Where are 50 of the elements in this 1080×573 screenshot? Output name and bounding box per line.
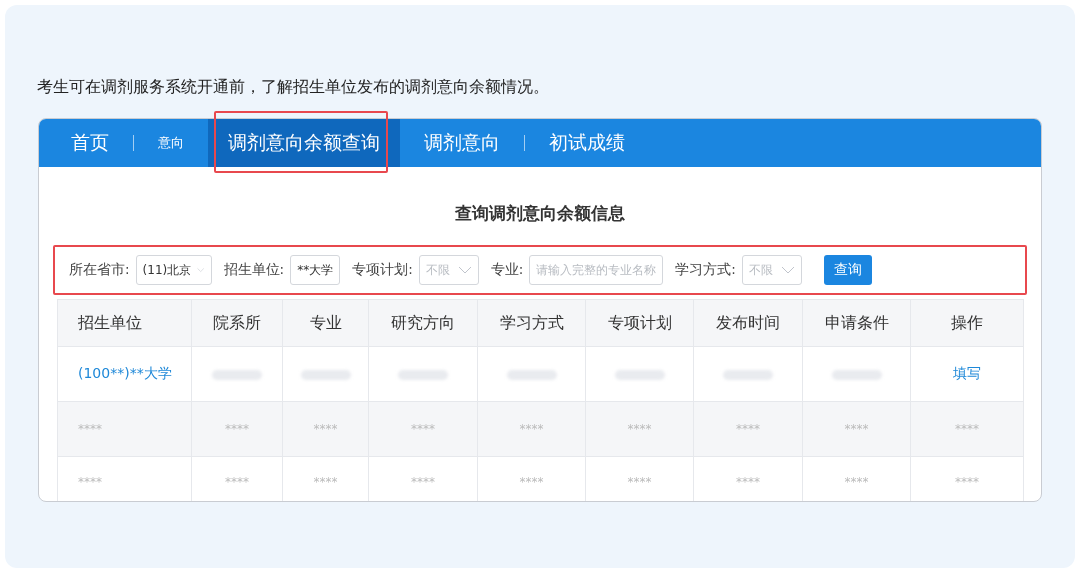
column-header: 申请条件 — [824, 312, 889, 332]
nav-tab[interactable]: 首页 — [47, 119, 133, 167]
column-header: 专业 — [309, 312, 342, 332]
table-cell: **** — [627, 422, 652, 436]
table-cell: **** — [411, 475, 435, 489]
chevron-down-icon — [457, 266, 472, 274]
dropdown[interactable]: 不限 — [418, 255, 479, 285]
query-button[interactable]: 查询 — [823, 255, 872, 285]
page-title: 查询调剂意向余额信息 — [454, 202, 626, 225]
field-label: 专业: — [490, 261, 524, 279]
nav-tab[interactable]: 调剂意向 — [400, 119, 524, 167]
column-header: 操作 — [951, 312, 983, 332]
input-field[interactable]: 请输入完整的专业名称 — [529, 255, 664, 285]
table-cell: **** — [736, 475, 760, 489]
table-cell: **** — [519, 422, 544, 436]
table-link[interactable]: 填写 — [953, 365, 981, 381]
column-header: 学习方式 — [499, 312, 564, 332]
table-cell: **** — [519, 475, 544, 489]
field-label: 招生单位: — [223, 261, 285, 279]
table-cell: **** — [844, 422, 869, 436]
field-label: 专项计划: — [352, 261, 413, 279]
chevron-down-icon — [780, 266, 795, 274]
caption: 考生可在调剂服务系统开通前，了解招生单位发布的调剂意向余额情况。 — [37, 76, 550, 98]
column-header: 专项计划 — [607, 312, 672, 332]
table-cell: **** — [225, 475, 249, 489]
column-header: 研究方向 — [391, 312, 455, 332]
field-label: 所在省市: — [69, 261, 130, 279]
input-field[interactable]: **大学 — [290, 255, 341, 285]
nav-tab[interactable]: 意向 — [134, 119, 208, 167]
chevron-down-icon — [197, 266, 205, 274]
table-cell: **** — [736, 422, 760, 436]
nav-tab[interactable]: 初试成绩 — [525, 119, 649, 167]
table-cell: **** — [78, 475, 102, 489]
table-cell: **** — [313, 475, 338, 489]
table-cell: **** — [411, 422, 435, 436]
dropdown[interactable]: (11)北京 — [135, 255, 212, 285]
table-cell: **** — [844, 475, 869, 489]
table-cell: **** — [225, 422, 249, 436]
table-cell: **** — [955, 422, 979, 436]
nav-tab[interactable]: 调剂意向余额查询 — [208, 119, 400, 167]
column-header: 发布时间 — [716, 312, 780, 332]
column-header: 招生单位 — [78, 312, 142, 332]
table-cell: **** — [78, 422, 102, 436]
table-cell: **** — [313, 422, 338, 436]
table-link[interactable]: (100**)**大学 — [78, 365, 172, 381]
table-cell: **** — [627, 475, 652, 489]
dropdown[interactable]: 不限 — [741, 255, 802, 285]
table-cell: **** — [955, 475, 979, 489]
field-label: 学习方式: — [675, 261, 736, 279]
column-header: 院系所 — [213, 312, 261, 332]
